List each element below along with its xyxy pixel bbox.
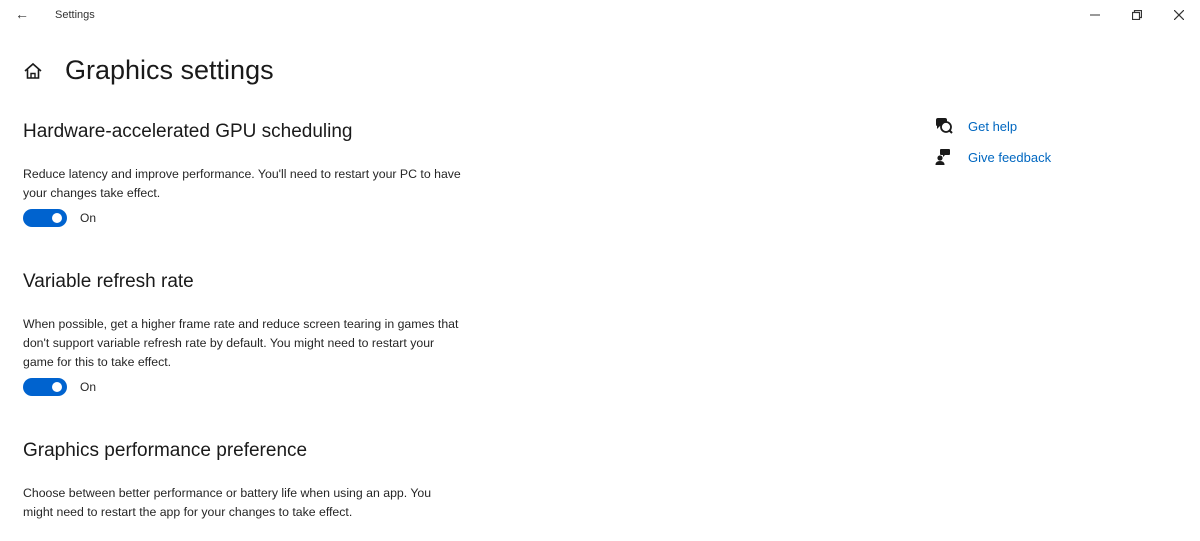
get-help-link[interactable]: Get help (968, 119, 1017, 134)
minimize-button[interactable] (1074, 0, 1116, 30)
gpu-scheduling-section: Hardware-accelerated GPU scheduling Redu… (23, 121, 463, 227)
graphics-performance-preference-section: Graphics performance preference Choose b… (23, 440, 463, 522)
give-feedback-icon (935, 149, 950, 165)
title-bar: ← Settings (0, 0, 1200, 32)
section-description: Reduce latency and improve performance. … (23, 167, 461, 200)
gpu-scheduling-toggle-row: On (23, 209, 463, 227)
section-description: When possible, get a higher frame rate a… (23, 317, 459, 369)
window-controls (1074, 0, 1200, 30)
section-description: Choose between better performance or bat… (23, 486, 432, 519)
page-header: Graphics settings (22, 55, 274, 86)
get-help-item[interactable]: Get help (934, 116, 1051, 136)
close-button[interactable] (1158, 0, 1200, 30)
toggle-knob (52, 213, 62, 223)
variable-refresh-rate-section: Variable refresh rate When possible, get… (23, 271, 463, 396)
close-icon (1174, 10, 1184, 20)
page-title: Graphics settings (65, 55, 274, 85)
get-help-icon (936, 118, 953, 134)
toggle-knob (52, 382, 62, 392)
variable-refresh-rate-toggle[interactable] (23, 378, 67, 396)
maximize-button[interactable] (1116, 0, 1158, 30)
toggle-state-label: On (80, 380, 97, 394)
minimize-icon (1090, 14, 1100, 16)
variable-refresh-rate-toggle-row: On (23, 378, 463, 396)
gpu-scheduling-toggle[interactable] (23, 209, 67, 227)
section-title: Hardware-accelerated GPU scheduling (23, 121, 353, 142)
arrow-left-icon: ← (15, 6, 29, 22)
app-title: Settings (55, 9, 95, 21)
section-title: Variable refresh rate (23, 271, 194, 292)
toggle-state-label: On (80, 211, 97, 225)
restore-icon (1132, 10, 1142, 20)
give-feedback-link[interactable]: Give feedback (968, 150, 1051, 165)
section-title: Graphics performance preference (23, 440, 308, 461)
back-button[interactable]: ← (12, 4, 32, 24)
related-links: Get help Give feedback (934, 116, 1051, 178)
give-feedback-item[interactable]: Give feedback (934, 147, 1051, 167)
home-icon[interactable] (22, 60, 44, 82)
